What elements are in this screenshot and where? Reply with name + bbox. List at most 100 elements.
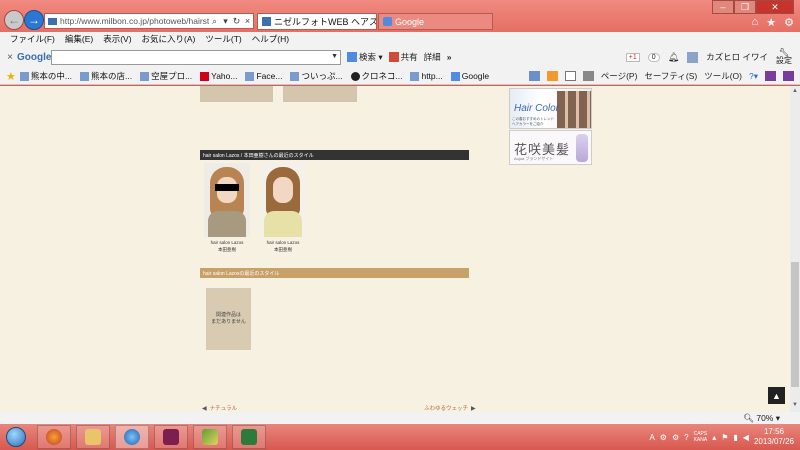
paint-task[interactable] — [193, 425, 227, 449]
caption-salon: hair salon Lazos — [210, 240, 244, 245]
onenote-icon[interactable] — [765, 71, 776, 81]
home-icon[interactable]: ⌂ — [752, 16, 759, 29]
app-task[interactable] — [154, 425, 188, 449]
zoom-icon: 🔍︎ — [743, 412, 757, 423]
mail-icon[interactable] — [564, 71, 576, 81]
rss-icon[interactable] — [546, 71, 558, 81]
vertical-scrollbar[interactable]: ▲ ▼ — [790, 86, 800, 412]
favorite-link[interactable]: 熊本の中... — [19, 70, 72, 82]
safety-menu[interactable]: セーフティ(S) — [644, 70, 697, 82]
google-g-icon — [347, 52, 357, 62]
title-bar: ← → http://www.milbon.co.jp/photoweb/hai… — [0, 0, 800, 32]
style-thumbnail[interactable] — [200, 86, 273, 102]
photo-caption: hair salon Lazos 本田亜樹 — [258, 239, 308, 253]
help-icon[interactable]: ? — [684, 433, 688, 442]
explorer-task[interactable] — [76, 425, 110, 449]
clock[interactable]: 17:56 2013/07/26 — [754, 427, 794, 447]
scroll-up-icon[interactable]: ▲ — [791, 88, 799, 96]
scroll-thumb[interactable] — [791, 262, 799, 387]
back-to-top-button[interactable]: ▲ — [768, 387, 785, 404]
ie-task[interactable] — [115, 425, 149, 449]
forward-button[interactable]: → — [24, 10, 44, 30]
next-link[interactable]: ふわゆるウェッチ ▶ — [424, 404, 476, 413]
favorite-label: クロネコ... — [361, 71, 403, 81]
favorite-link[interactable]: クロネコ... — [350, 70, 403, 82]
onenote-send-icon[interactable] — [783, 71, 794, 81]
excel-icon — [241, 429, 257, 445]
favorite-link[interactable]: Yaho... — [200, 71, 237, 81]
menu-view[interactable]: 表示(V) — [103, 33, 131, 45]
title-icons: ⌂ ★ ⚙ — [752, 16, 794, 29]
stylist-photo[interactable] — [204, 163, 250, 237]
tab-milbon[interactable]: ニゼルフォトWEB ヘアス… × — [257, 13, 377, 30]
bell-icon[interactable]: 🔔︎ — [668, 52, 679, 63]
paint-icon — [202, 429, 218, 445]
google-favicon-icon — [383, 17, 392, 26]
volume-icon[interactable]: ◀ — [743, 433, 749, 442]
avatar[interactable] — [687, 51, 699, 63]
back-arrow-icon: ← — [8, 13, 20, 27]
forward-arrow-icon: → — [28, 13, 40, 27]
maximize-button[interactable]: ❐ — [734, 0, 756, 14]
favorite-link[interactable]: http... — [410, 71, 443, 81]
tray-app-icon[interactable]: ⚙ — [672, 433, 679, 442]
minimize-button[interactable]: – — [712, 0, 734, 14]
detail-button[interactable]: 詳細 — [424, 51, 441, 63]
user-name[interactable]: カズヒロ イワイ — [706, 51, 768, 63]
share-button[interactable]: 共有 — [388, 51, 418, 63]
kuroneko-icon — [350, 71, 360, 81]
back-button[interactable]: ← — [4, 10, 24, 30]
network-icon[interactable]: ▮ — [733, 433, 737, 442]
menu-favorites[interactable]: お気に入り(A) — [142, 33, 196, 45]
tab-google[interactable]: Google — [378, 13, 493, 30]
gplus-count: 0 — [647, 52, 660, 62]
zoom-level[interactable]: 70% — [756, 413, 773, 423]
gplus-button[interactable]: +1 — [625, 52, 640, 62]
favorite-link[interactable]: Google — [450, 71, 489, 81]
address-bar[interactable]: http://www.milbon.co.jp/photoweb/hairsty… — [44, 13, 254, 29]
page-menu[interactable]: ページ(P) — [601, 70, 638, 82]
search-icon[interactable]: ⌕ — [209, 16, 220, 27]
print-icon[interactable] — [582, 71, 594, 81]
menu-file[interactable]: ファイル(F) — [10, 33, 55, 45]
menu-edit[interactable]: 編集(E) — [65, 33, 93, 45]
gear-icon[interactable]: ⚙ — [784, 16, 794, 29]
ime-icon[interactable]: A — [649, 433, 654, 442]
menu-help[interactable]: ヘルプ(H) — [252, 33, 289, 45]
home-page-icon[interactable] — [528, 71, 540, 81]
google-search-input[interactable]: ▼ — [51, 49, 341, 65]
favorite-link[interactable]: 熊本の店... — [79, 70, 132, 82]
start-button[interactable] — [0, 424, 32, 450]
excel-task[interactable] — [232, 425, 266, 449]
prev-link[interactable]: ◀ ナチュラル — [202, 404, 237, 413]
style-thumbnail[interactable] — [283, 86, 357, 102]
aujua-banner[interactable]: 花咲美髪 Aujua ブランドサイト — [509, 130, 592, 165]
hair-color-banner[interactable]: Hair Color この春おすすめのトレンドヘアカラーをご紹介 — [509, 88, 592, 129]
address-url[interactable]: http://www.milbon.co.jp/photoweb/hairsty… — [60, 16, 209, 26]
chevron-down-icon[interactable]: ▼ — [331, 53, 338, 60]
system-tray: A ⚙ ⚙ ? CAPS KANA ▴ ⚑ ▮ ◀ 17:56 2013/07/… — [649, 427, 800, 447]
tray-app-icon[interactable]: ⚙ — [660, 433, 667, 442]
stop-icon[interactable]: × — [242, 16, 253, 26]
tray-expand-icon[interactable]: ▴ — [712, 433, 716, 442]
favorite-link[interactable]: ついっぷ... — [290, 70, 343, 82]
ime-status[interactable]: CAPS KANA — [694, 431, 708, 443]
toolbar-close-icon[interactable]: × — [3, 52, 17, 63]
flag-icon[interactable]: ⚑ — [721, 433, 728, 442]
firefox-task[interactable] — [37, 425, 71, 449]
settings-button[interactable]: 🔧︎ 設定 — [776, 49, 792, 65]
help-icon[interactable]: ?▾ — [749, 71, 758, 82]
scroll-down-icon[interactable]: ▼ — [791, 402, 799, 410]
dropdown-icon[interactable]: ▾ — [220, 16, 231, 27]
more-button[interactable]: » — [447, 52, 452, 62]
favorite-link[interactable]: 空屋プロ... — [140, 70, 192, 82]
google-search-button[interactable]: 検索 ▾ — [347, 51, 383, 63]
favorite-link[interactable]: Face... — [245, 71, 282, 81]
tools-menu[interactable]: ツール(O) — [704, 70, 742, 82]
favorites-star-icon[interactable]: ★ — [766, 16, 776, 29]
favorites-star-icon[interactable]: ★ — [6, 70, 16, 83]
refresh-icon[interactable]: ↻ — [231, 16, 242, 27]
stylist-photo[interactable] — [260, 163, 306, 237]
close-button[interactable]: ✕ — [756, 0, 794, 14]
menu-tools[interactable]: ツール(T) — [205, 33, 241, 45]
